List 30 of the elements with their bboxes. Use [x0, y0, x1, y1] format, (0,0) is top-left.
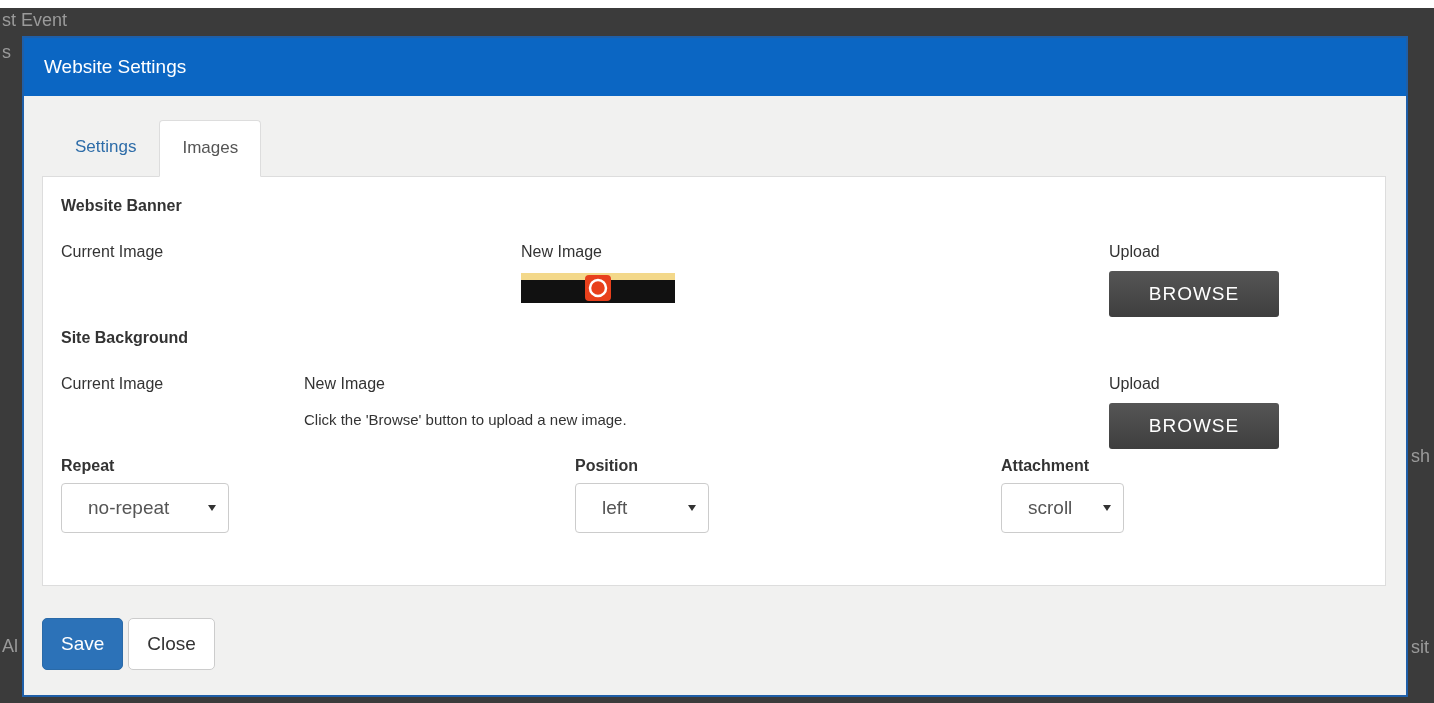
dropdown[interactable]: left: [575, 483, 709, 533]
section-heading: Site Background: [61, 329, 190, 347]
field-label: Current Image: [61, 375, 165, 394]
dropdown[interactable]: scroll: [1001, 483, 1124, 533]
caret-icon: [208, 505, 216, 511]
save-button[interactable]: Save: [42, 618, 124, 670]
select-label: Position: [575, 457, 640, 475]
caret-icon: [1103, 505, 1111, 511]
browse-button[interactable]: BROWSE: [1109, 271, 1279, 317]
select-label: Repeat: [61, 457, 116, 475]
select-label: Attachment: [1001, 457, 1090, 475]
dropdown[interactable]: no-repeat: [61, 483, 229, 533]
background-text: st Event: [2, 10, 68, 31]
tab[interactable]: Images: [159, 120, 262, 177]
background-text: sh: [1411, 446, 1430, 467]
close-button[interactable]: Close: [128, 618, 215, 670]
background-text: sit: [1411, 637, 1429, 658]
field-label: New Image: [304, 375, 386, 393]
background-text: s: [2, 42, 11, 63]
background-text: Al: [2, 636, 18, 657]
tab[interactable]: Settings: [52, 120, 160, 176]
hint-text: Click the 'Browse' button to upload a new image.: [304, 411, 628, 428]
section-heading: Website Banner: [61, 197, 183, 215]
field-label: Current Image: [61, 243, 165, 262]
browse-button[interactable]: BROWSE: [1109, 403, 1279, 449]
field-label: New Image: [521, 243, 603, 261]
field-label: Upload: [1109, 375, 1161, 393]
window-title: Website Settings: [44, 56, 187, 78]
field-label: Upload: [1109, 243, 1161, 261]
caret-icon: [688, 505, 696, 511]
